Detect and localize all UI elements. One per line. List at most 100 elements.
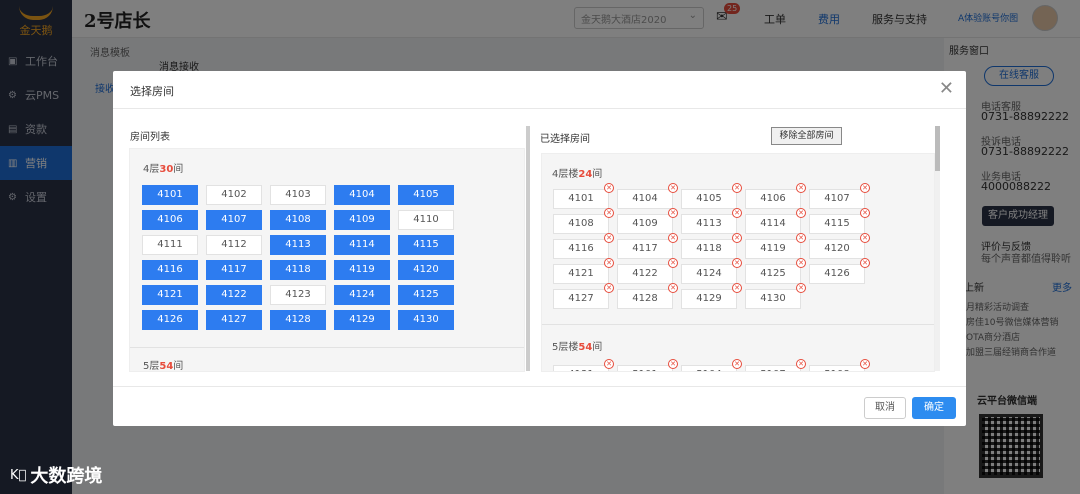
room-cell[interactable]: 4106 [142,210,198,230]
selected-room-chip: 4125 [745,264,801,284]
floor-divider [542,324,934,325]
remove-room-icon[interactable]: ✕ [668,283,678,293]
remove-room-icon[interactable]: ✕ [796,258,806,268]
remove-room-icon[interactable]: ✕ [604,359,614,369]
selected-room-chip: 4126 [809,264,865,284]
selected-rooms-label: 已选择房间 [540,134,590,145]
remove-room-icon[interactable]: ✕ [796,233,806,243]
room-cell[interactable]: 4115 [398,235,454,255]
room-cell[interactable]: 4108 [270,210,326,230]
selected-room-chip: 4117 [617,239,673,259]
remove-room-icon[interactable]: ✕ [604,208,614,218]
select-room-dialog: 选择房间 ✕ 房间列表 已选择房间 移除全部房间 4层30间 4101 4102 4… [113,71,966,426]
scrollbar[interactable] [935,126,940,371]
selected-room-chip: 4116 [553,239,609,259]
room-cell[interactable]: 4121 [142,285,198,305]
remove-room-icon[interactable]: ✕ [732,283,742,293]
close-icon[interactable]: ✕ [939,79,954,99]
selected-room-chip: 4101 [553,189,609,209]
remove-room-icon[interactable]: ✕ [860,359,870,369]
remove-room-icon[interactable]: ✕ [860,233,870,243]
room-cell[interactable]: 4126 [142,310,198,330]
selected-room-chip: 4127 [553,289,609,309]
remove-room-icon[interactable]: ✕ [732,183,742,193]
remove-room-icon[interactable]: ✕ [796,359,806,369]
cancel-button[interactable]: 取消 [864,397,906,419]
room-cell[interactable]: 4113 [270,235,326,255]
selected-room-chip: 4122 [617,264,673,284]
room-cell[interactable]: 4103 [270,185,326,205]
remove-room-icon[interactable]: ✕ [604,283,614,293]
room-cell[interactable]: 4120 [398,260,454,280]
floor-header: 4层30间 [143,164,184,175]
selected-room-chip: 4115 [809,214,865,234]
ok-button[interactable]: 确定 [912,397,956,419]
dialog-header: 选择房间 ✕ [113,71,966,109]
floor-header: 4层楼24间 [552,169,603,180]
room-cell[interactable]: 4111 [142,235,198,255]
room-cell[interactable]: 4116 [142,260,198,280]
selected-rooms-panel: 4层楼24间 4101 ✕ 4104 ✕ 4105 ✕ 4106 ✕ 4107 ✕ 4108 ✕ 410… [541,153,935,372]
selected-room-chip: 4120 [809,239,865,259]
selected-room-chip: 4104 [617,189,673,209]
selected-room-chip: 4129 [681,289,737,309]
selected-room-chip: 4124 [681,264,737,284]
remove-room-icon[interactable]: ✕ [796,208,806,218]
room-cell[interactable]: 4123 [270,285,326,305]
dialog-footer: 取消 确定 [113,386,966,426]
room-cell[interactable]: 4109 [334,210,390,230]
selected-room-chip: 4119 [745,239,801,259]
remove-room-icon[interactable]: ✕ [796,183,806,193]
room-cell[interactable]: 4110 [398,210,454,230]
remove-room-icon[interactable]: ✕ [796,283,806,293]
remove-room-icon[interactable]: ✕ [732,258,742,268]
selected-room-chip: 4105 [681,189,737,209]
remove-room-icon[interactable]: ✕ [732,208,742,218]
floor-header: 5层楼54间 [552,342,603,353]
room-cell[interactable]: 4124 [334,285,390,305]
remove-room-icon[interactable]: ✕ [860,258,870,268]
remove-all-rooms-button[interactable]: 移除全部房间 [771,127,842,145]
room-cell[interactable]: 4118 [270,260,326,280]
remove-room-icon[interactable]: ✕ [604,233,614,243]
selected-room-chip: 4113 [681,214,737,234]
room-cell[interactable]: 4104 [334,185,390,205]
remove-room-icon[interactable]: ✕ [732,359,742,369]
remove-room-icon[interactable]: ✕ [668,208,678,218]
room-cell[interactable]: 4128 [270,310,326,330]
selected-room-chip: 4108 [553,214,609,234]
room-list-panel: 4层30间 4101 4102 4103 4104 4105 4106 4107 4108 41… [129,148,525,372]
selected-room-chip: 4128 [617,289,673,309]
remove-room-icon[interactable]: ✕ [604,258,614,268]
remove-room-icon[interactable]: ✕ [604,183,614,193]
watermark-text: 大数跨境 [30,466,103,487]
remove-room-icon[interactable]: ✕ [668,183,678,193]
room-cell[interactable]: 4101 [142,185,198,205]
room-cell[interactable]: 4114 [334,235,390,255]
remove-room-icon[interactable]: ✕ [732,233,742,243]
pane-splitter[interactable] [526,126,530,371]
room-cell[interactable]: 4102 [206,185,262,205]
remove-room-icon[interactable]: ✕ [668,258,678,268]
room-cell[interactable]: 4130 [398,310,454,330]
room-cell[interactable]: 4105 [398,185,454,205]
dialog-title: 选择房间 [130,85,174,98]
room-cell[interactable]: 4122 [206,285,262,305]
room-cell[interactable]: 4127 [206,310,262,330]
remove-room-icon[interactable]: ✕ [668,233,678,243]
remove-room-icon[interactable]: ✕ [860,208,870,218]
room-cell[interactable]: 4129 [334,310,390,330]
selected-room-chip: 5108 [809,365,865,371]
floor-divider [130,347,524,348]
scrollbar-thumb[interactable] [935,126,940,171]
room-cell[interactable]: 4112 [206,235,262,255]
selected-room-chip: 4109 [617,214,673,234]
room-cell[interactable]: 4117 [206,260,262,280]
selected-room-chip: 4121 [553,264,609,284]
room-cell[interactable]: 4125 [398,285,454,305]
room-cell[interactable]: 4107 [206,210,262,230]
remove-room-icon[interactable]: ✕ [860,183,870,193]
remove-room-icon[interactable]: ✕ [668,359,678,369]
room-cell[interactable]: 4119 [334,260,390,280]
selected-room-chip: 4131 [553,365,609,371]
